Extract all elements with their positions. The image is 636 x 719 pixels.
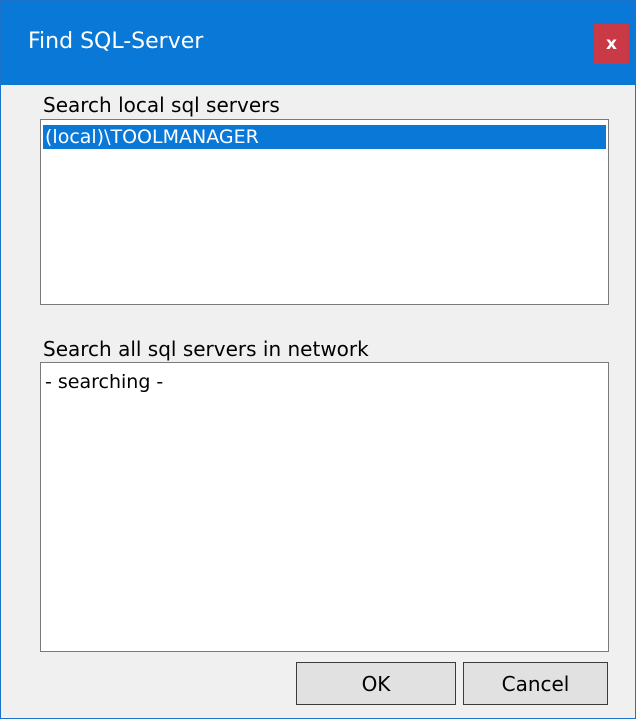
local-servers-label: Search local sql servers <box>43 93 280 117</box>
ok-button[interactable]: OK <box>296 662 456 705</box>
title-bar[interactable]: Find SQL-Server x <box>1 1 635 85</box>
window-title: Find SQL-Server <box>28 29 204 54</box>
list-item-local-toolmanager[interactable]: (local)\TOOLMANAGER <box>43 125 606 149</box>
network-servers-label: Search all sql servers in network <box>43 337 369 361</box>
network-servers-list[interactable]: - searching - <box>40 362 609 652</box>
list-item-searching: - searching - <box>45 371 164 393</box>
close-icon: x <box>606 34 617 54</box>
cancel-button[interactable]: Cancel <box>463 662 608 705</box>
close-button[interactable]: x <box>594 24 629 64</box>
find-sql-server-dialog: Find SQL-Server x Search local sql serve… <box>0 0 636 719</box>
local-servers-list[interactable]: (local)\TOOLMANAGER <box>40 119 609 305</box>
